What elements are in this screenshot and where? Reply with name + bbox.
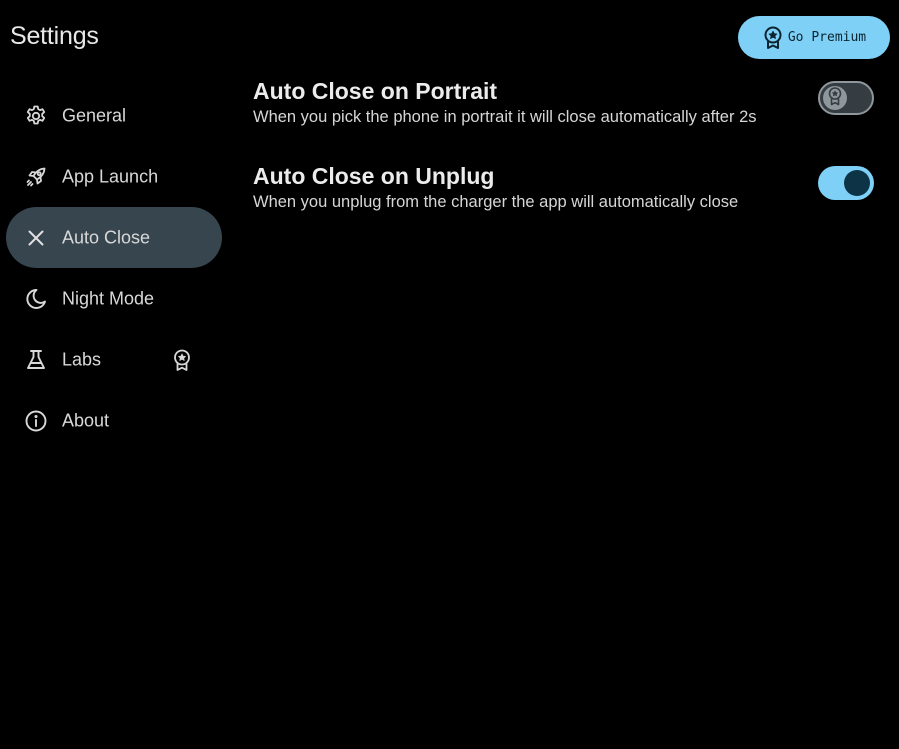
setting-title: Auto Close on Unplug: [253, 163, 495, 189]
sidebar-item-label: Auto Close: [62, 227, 151, 247]
sidebar-item-labs[interactable]: Labs: [6, 329, 222, 390]
setting-description: When you unplug from the charger the app…: [253, 193, 739, 211]
toggle-knob: [844, 170, 870, 196]
auto-close-portrait-toggle[interactable]: [818, 81, 874, 115]
sidebar-item-app-launch[interactable]: App Launch: [6, 146, 222, 207]
sidebar-item-about[interactable]: About: [6, 390, 222, 451]
go-premium-label: Go Premium: [787, 30, 867, 45]
sidebar-item-label: General: [62, 105, 127, 125]
gear-icon: [24, 104, 48, 128]
info-icon: [24, 409, 48, 433]
sidebar-item-auto-close[interactable]: Auto Close: [6, 207, 222, 268]
premium-badge-icon: [762, 26, 784, 50]
moon-icon: [24, 287, 48, 311]
rocket-icon: [24, 165, 48, 189]
page-title: Settings: [10, 22, 99, 50]
toggle-knob: [823, 86, 847, 110]
settings-list: Auto Close on Portrait When you pick the…: [253, 78, 883, 248]
sidebar: General App Launch Auto Close Night Mode…: [6, 85, 222, 451]
premium-lock-icon: [826, 86, 844, 111]
close-icon: [24, 226, 48, 250]
sidebar-item-general[interactable]: General: [6, 85, 222, 146]
go-premium-button[interactable]: Go Premium: [738, 16, 890, 59]
sidebar-item-night-mode[interactable]: Night Mode: [6, 268, 222, 329]
setting-title: Auto Close on Portrait: [253, 78, 498, 104]
sidebar-item-label: App Launch: [62, 166, 159, 186]
premium-badge-icon: [170, 348, 194, 372]
flask-icon: [24, 348, 48, 372]
setting-auto-close-unplug: Auto Close on Unplug When you unplug fro…: [253, 163, 883, 248]
setting-auto-close-portrait: Auto Close on Portrait When you pick the…: [253, 78, 883, 163]
sidebar-item-label: About: [62, 410, 110, 430]
setting-description: When you pick the phone in portrait it w…: [253, 108, 757, 126]
sidebar-item-label: Labs: [62, 349, 102, 369]
sidebar-item-label: Night Mode: [62, 288, 155, 308]
auto-close-unplug-toggle[interactable]: [818, 166, 874, 200]
